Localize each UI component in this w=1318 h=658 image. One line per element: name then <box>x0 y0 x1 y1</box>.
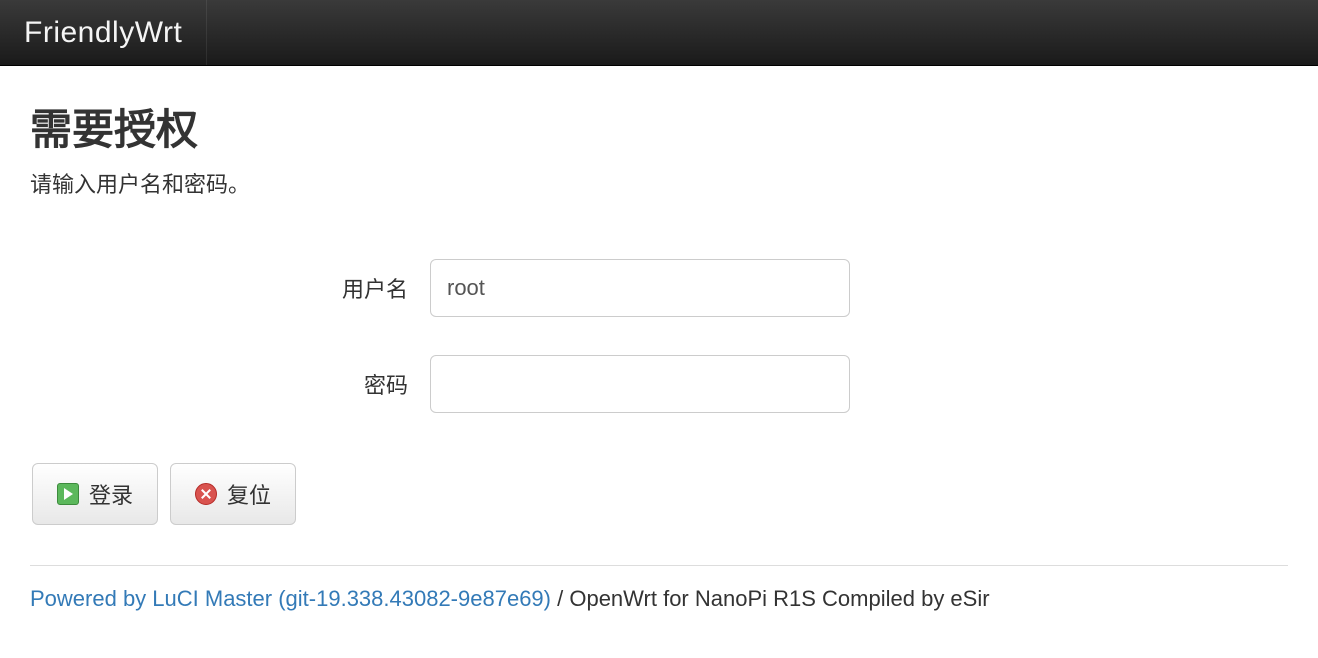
reset-button[interactable]: 复位 <box>170 463 296 525</box>
password-label: 密码 <box>30 368 430 400</box>
username-row: 用户名 <box>30 259 1288 317</box>
password-input[interactable] <box>430 355 850 413</box>
page-subtitle: 请输入用户名和密码。 <box>30 167 1288 199</box>
navbar: FriendlyWrt <box>0 0 1318 66</box>
login-button-label: 登录 <box>89 478 133 510</box>
footer-link[interactable]: Powered by LuCI Master (git-19.338.43082… <box>30 586 551 611</box>
footer-separator: / <box>551 586 569 611</box>
main-content: 需要授权 请输入用户名和密码。 用户名 密码 登录 复位 <box>0 66 1318 525</box>
footer: Powered by LuCI Master (git-19.338.43082… <box>0 586 1318 632</box>
page-title: 需要授权 <box>30 96 1288 157</box>
password-row: 密码 <box>30 355 1288 413</box>
reset-button-label: 复位 <box>227 478 271 510</box>
close-icon <box>195 483 217 505</box>
login-button[interactable]: 登录 <box>32 463 158 525</box>
username-input[interactable] <box>430 259 850 317</box>
play-icon <box>57 483 79 505</box>
footer-divider <box>30 565 1288 566</box>
username-label: 用户名 <box>30 272 430 304</box>
button-row: 登录 复位 <box>30 463 1288 525</box>
brand-title[interactable]: FriendlyWrt <box>24 0 207 65</box>
footer-tail: OpenWrt for NanoPi R1S Compiled by eSir <box>569 586 989 611</box>
